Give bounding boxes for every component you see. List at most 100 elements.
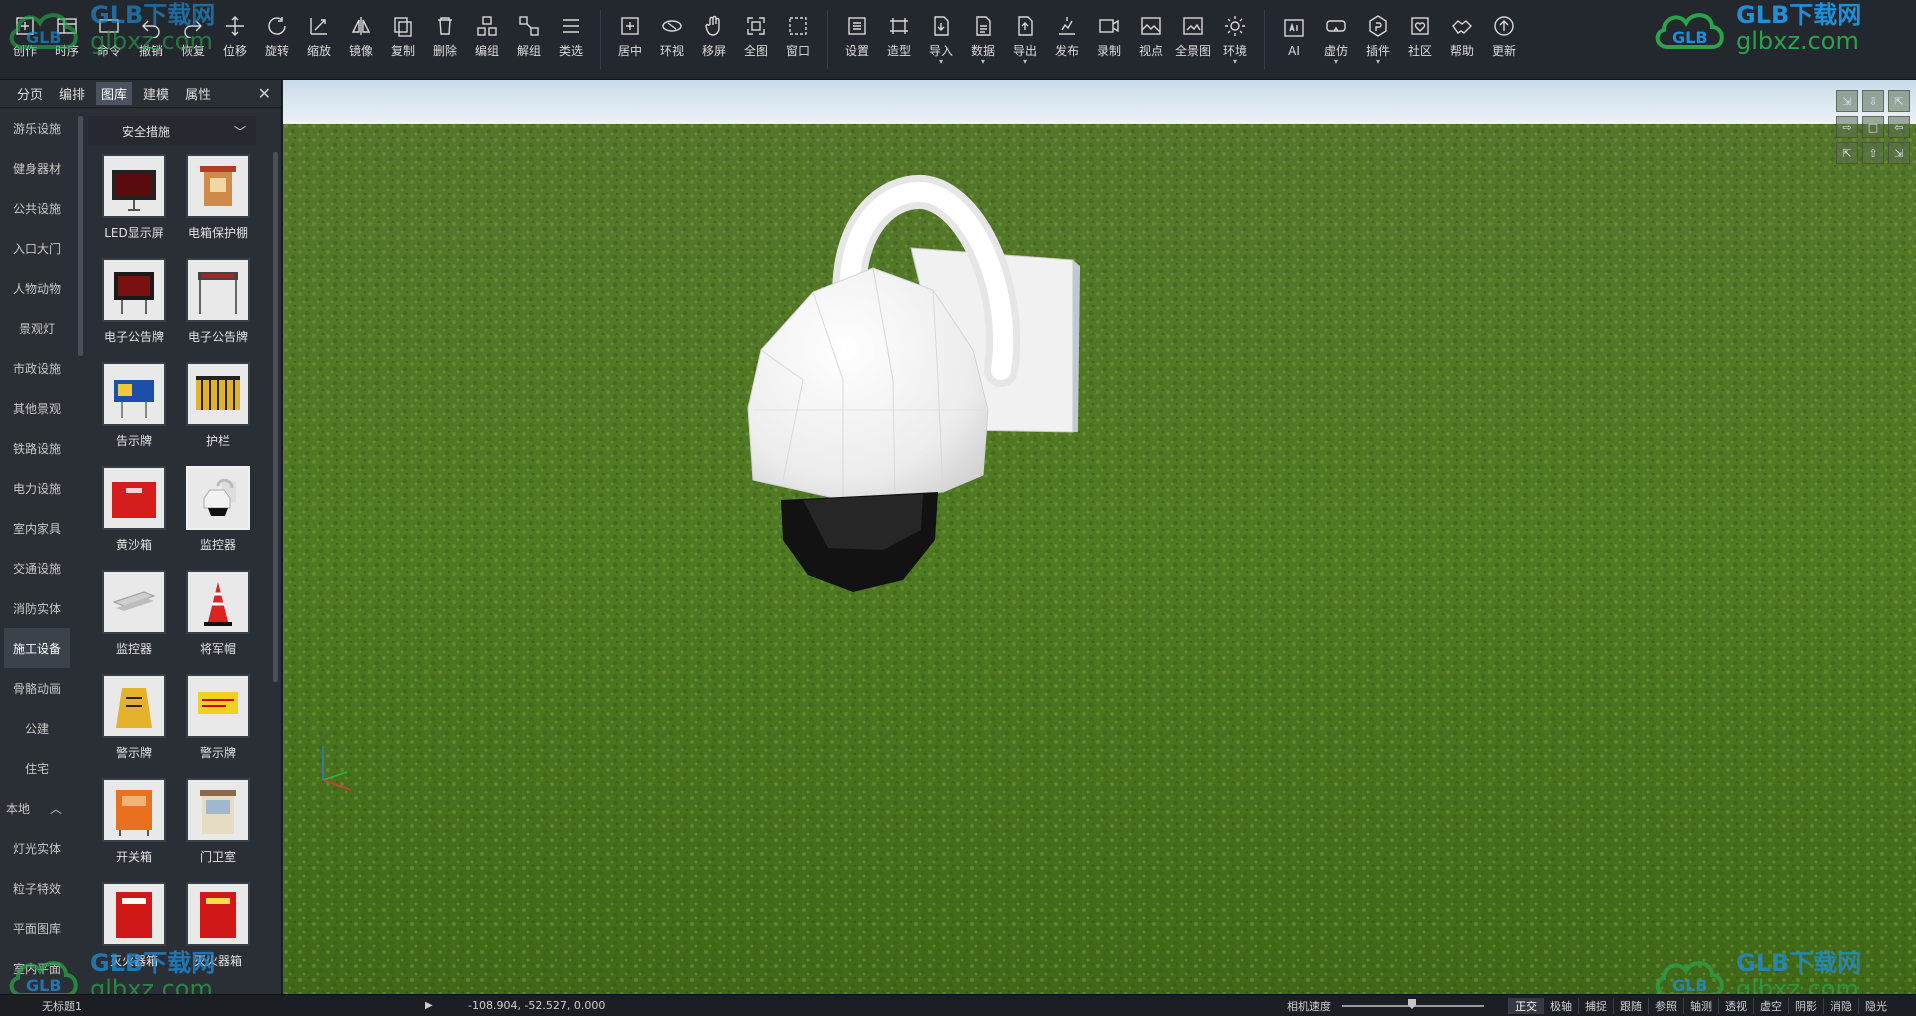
asset-item[interactable]: 灭火器箱 <box>176 880 252 984</box>
toolbar-button-zoom-extents[interactable]: 全图 <box>735 0 777 79</box>
view-cube-button[interactable]: □ <box>1862 116 1884 138</box>
category-item[interactable]: 人物动物 <box>0 268 74 308</box>
category-item[interactable]: 游乐设施 <box>0 108 74 148</box>
local-category-item[interactable]: 平面图库 <box>0 908 74 948</box>
category-item[interactable]: 入口大门 <box>0 228 74 268</box>
toolbar-button-vr[interactable]: 虚仿 ▾ <box>1315 0 1357 79</box>
panel-tab-3[interactable]: 建模 <box>138 82 174 105</box>
toolbar-button-plugin[interactable]: 插件 ▾ <box>1357 0 1399 79</box>
asset-item[interactable]: 护栏 <box>176 360 252 464</box>
category-scrollbar[interactable] <box>78 116 83 356</box>
toolbar-button-center[interactable]: 居中 <box>609 0 651 79</box>
asset-item[interactable]: 电子公告牌 <box>176 256 252 360</box>
panel-close-button[interactable]: ✕ <box>258 84 271 103</box>
toolbar-button-pan[interactable]: 移屏 <box>693 0 735 79</box>
status-toggle[interactable]: 正交 <box>1508 997 1543 1014</box>
category-item[interactable]: 市政设施 <box>0 348 74 388</box>
status-toggle[interactable]: 透视 <box>1718 997 1753 1014</box>
toolbar-button-viewpoint[interactable]: 视点 <box>1130 0 1172 79</box>
3d-viewport[interactable]: ⇲ ⇩ ⇱ ⇨ □ ⇦ ⇱ ⇧ ⇲ <box>283 80 1916 994</box>
local-category-item[interactable]: 灯光实体 <box>0 828 74 868</box>
status-toggle[interactable]: 轴测 <box>1683 997 1718 1014</box>
subcategory-dropdown[interactable]: 安全措施 ﹀ <box>88 116 256 146</box>
asset-item[interactable]: 灭火器箱 <box>92 880 176 984</box>
toolbar-button-publish[interactable]: 发布 <box>1046 0 1088 79</box>
toolbar-button-mirror[interactable]: 镜像 <box>340 0 382 79</box>
view-cube-button[interactable]: ⇲ <box>1888 142 1910 164</box>
toolbar-button-settings[interactable]: 设置 <box>836 0 878 79</box>
toolbar-button-zoom-window[interactable]: 窗口 <box>777 0 819 79</box>
category-item[interactable]: 消防实体 <box>0 588 74 628</box>
toolbar-button-import[interactable]: 导入 ▾ <box>920 0 962 79</box>
status-toggle[interactable]: 隐光 <box>1858 997 1893 1014</box>
panel-tab-4[interactable]: 属性 <box>180 82 216 105</box>
toolbar-button-orbit[interactable]: 环视 <box>651 0 693 79</box>
category-item[interactable]: 景观灯 <box>0 308 74 348</box>
toolbar-button-copy[interactable]: 复制 <box>382 0 424 79</box>
toolbar-button-panorama[interactable]: 全景图 <box>1172 0 1214 79</box>
category-item[interactable]: 其他景观 <box>0 388 74 428</box>
status-toggle[interactable]: 参照 <box>1648 997 1683 1014</box>
asset-item[interactable]: 监控器 <box>92 568 176 672</box>
toolbar-button-data[interactable]: 数据 ▾ <box>962 0 1004 79</box>
toolbar-button-ungroup[interactable]: 解组 <box>508 0 550 79</box>
toolbar-button-create[interactable]: 创作 <box>4 0 46 79</box>
local-section-header[interactable]: 本地 ︿ <box>0 788 74 828</box>
category-item[interactable]: 骨骼动画 <box>0 668 74 708</box>
asset-item[interactable]: 门卫室 <box>176 776 252 880</box>
toolbar-button-ai[interactable]: AI <box>1273 0 1315 79</box>
asset-item[interactable]: 电子公告牌 <box>92 256 176 360</box>
panel-tab-0[interactable]: 分页 <box>12 82 48 105</box>
play-icon[interactable]: ▶ <box>425 1000 433 1011</box>
status-toggle[interactable]: 阴影 <box>1788 997 1823 1014</box>
asset-item[interactable]: 将军帽 <box>176 568 252 672</box>
view-cube-button[interactable]: ⇱ <box>1888 90 1910 112</box>
category-item[interactable]: 公共设施 <box>0 188 74 228</box>
toolbar-button-update[interactable]: 更新 <box>1483 0 1525 79</box>
view-cube-button[interactable]: ⇲ <box>1836 90 1858 112</box>
category-item[interactable]: 铁路设施 <box>0 428 74 468</box>
camera-speed-handle[interactable] <box>1408 999 1416 1009</box>
toolbar-button-select-similar[interactable]: 类选 <box>550 0 592 79</box>
view-cube-button[interactable]: ⇧ <box>1862 142 1884 164</box>
toolbar-button-move[interactable]: 位移 <box>214 0 256 79</box>
view-cube-button[interactable]: ⇦ <box>1888 116 1910 138</box>
asset-item[interactable]: 电箱保护棚 <box>176 152 252 256</box>
status-toggle[interactable]: 消隐 <box>1823 997 1858 1014</box>
asset-item[interactable]: 警示牌 <box>176 672 252 776</box>
category-item[interactable]: 健身器材 <box>0 148 74 188</box>
status-toggle[interactable]: 跟随 <box>1613 997 1648 1014</box>
toolbar-button-rotate[interactable]: 旋转 <box>256 0 298 79</box>
view-cube-button[interactable]: ⇱ <box>1836 142 1858 164</box>
category-item[interactable]: 电力设施 <box>0 468 74 508</box>
toolbar-button-community[interactable]: 社区 <box>1399 0 1441 79</box>
category-item[interactable]: 公建 <box>0 708 74 748</box>
category-item[interactable]: 室内家具 <box>0 508 74 548</box>
toolbar-button-command[interactable]: 命令 <box>88 0 130 79</box>
status-toggle[interactable]: 极轴 <box>1543 997 1578 1014</box>
asset-item[interactable]: 黄沙箱 <box>92 464 176 568</box>
toolbar-button-undo[interactable]: 撤销 <box>130 0 172 79</box>
toolbar-button-environment[interactable]: 环境 ▾ <box>1214 0 1256 79</box>
category-item[interactable]: 施工设备 <box>4 628 70 668</box>
asset-item[interactable]: 告示牌 <box>92 360 176 464</box>
asset-item[interactable]: 开关箱 <box>92 776 176 880</box>
asset-item[interactable]: LED显示屏 <box>92 152 176 256</box>
toolbar-button-scale[interactable]: 缩放 <box>298 0 340 79</box>
asset-item[interactable]: 警示牌 <box>92 672 176 776</box>
status-toggle[interactable]: 捕捉 <box>1578 997 1613 1014</box>
asset-item[interactable]: 监控器 <box>176 464 252 568</box>
toolbar-button-group[interactable]: 编组 <box>466 0 508 79</box>
toolbar-button-delete[interactable]: 删除 <box>424 0 466 79</box>
local-category-item[interactable]: 粒子特效 <box>0 868 74 908</box>
toolbar-button-help[interactable]: 帮助 <box>1441 0 1483 79</box>
local-category-item[interactable]: 室内平面 <box>0 948 74 988</box>
category-item[interactable]: 交通设施 <box>0 548 74 588</box>
status-toggle[interactable]: 虚空 <box>1753 997 1788 1014</box>
toolbar-button-modeling[interactable]: 造型 <box>878 0 920 79</box>
toolbar-button-redo[interactable]: 恢复 <box>172 0 214 79</box>
panel-tab-2[interactable]: 图库 <box>96 82 133 105</box>
view-cube-button[interactable]: ⇨ <box>1836 116 1858 138</box>
toolbar-button-timeline[interactable]: 时序 <box>46 0 88 79</box>
toolbar-button-export[interactable]: 导出 ▾ <box>1004 0 1046 79</box>
